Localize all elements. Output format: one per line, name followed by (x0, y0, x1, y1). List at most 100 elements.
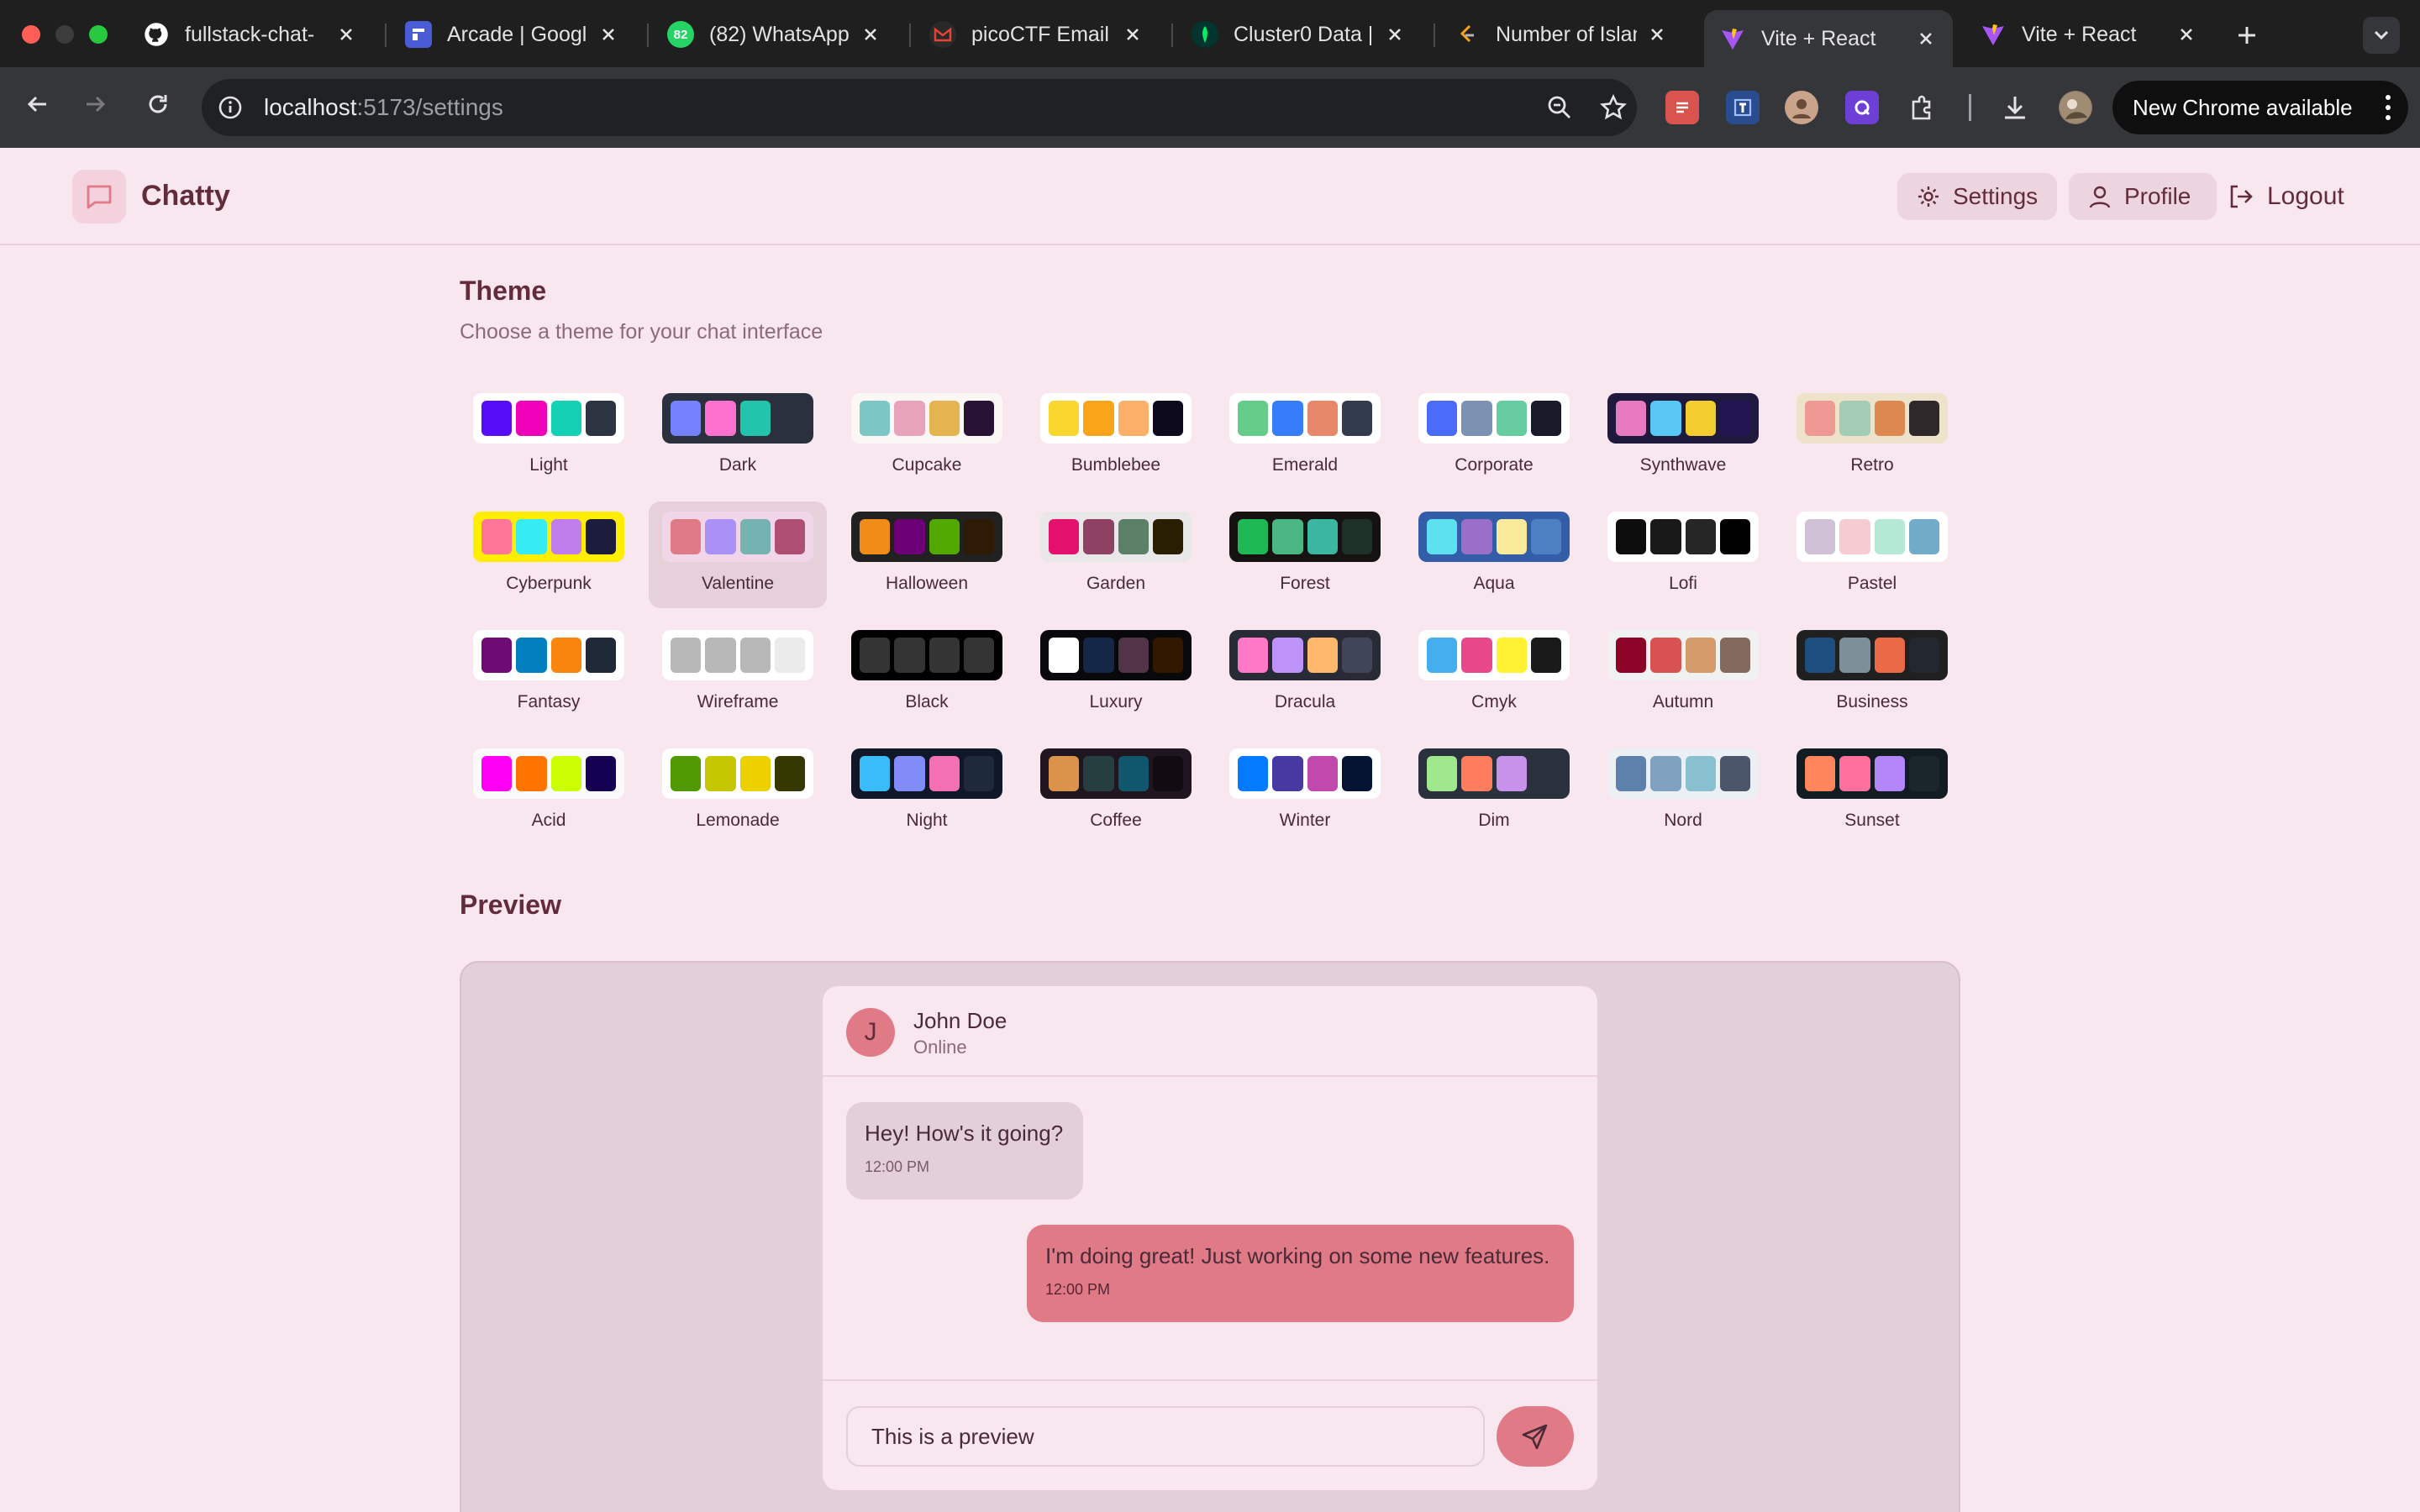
brand-name[interactable]: Chatty (141, 180, 230, 213)
browser-tab[interactable]: 82 (82) WhatsApp (652, 12, 897, 57)
downloads-icon[interactable] (1998, 91, 2032, 124)
theme-option-dracula[interactable]: Dracula (1216, 620, 1394, 727)
browser-tab[interactable]: picoCTF Email (914, 12, 1160, 57)
theme-option-cupcake[interactable]: Cupcake (838, 383, 1016, 490)
theme-option-cyberpunk[interactable]: Cyberpunk (460, 501, 638, 608)
site-info-icon[interactable] (213, 91, 247, 124)
theme-option-lofi[interactable]: Lofi (1594, 501, 1772, 608)
theme-option-retro[interactable]: Retro (1783, 383, 1961, 490)
color-swatch (929, 756, 960, 791)
chrome-profile-avatar[interactable] (2059, 91, 2092, 124)
color-swatch (1908, 756, 1939, 791)
browser-tab[interactable]: Vite + React (1965, 12, 2213, 57)
vite-icon (1719, 25, 1746, 52)
theme-option-corporate[interactable]: Corporate (1405, 383, 1583, 490)
extension-icon[interactable] (1665, 91, 1699, 124)
theme-option-acid[interactable]: Acid (460, 738, 638, 845)
extension-icon[interactable] (1845, 91, 1879, 124)
theme-option-black[interactable]: Black (838, 620, 1016, 727)
theme-option-light[interactable]: Light (460, 383, 638, 490)
browser-tab[interactable]: fullstack-chat- (128, 12, 373, 57)
theme-option-dark[interactable]: Dark (649, 383, 827, 490)
theme-option-luxury[interactable]: Luxury (1027, 620, 1205, 727)
bookmark-star-icon[interactable] (1597, 91, 1630, 124)
app-header: Chatty Settings Profile Logout (0, 148, 2420, 245)
chrome-update-button[interactable]: New Chrome available (2112, 81, 2408, 134)
theme-option-autumn[interactable]: Autumn (1594, 620, 1772, 727)
theme-option-winter[interactable]: Winter (1216, 738, 1394, 845)
theme-option-emerald[interactable]: Emerald (1216, 383, 1394, 490)
theme-option-dim[interactable]: Dim (1405, 738, 1583, 845)
theme-swatch-box (1040, 512, 1192, 562)
extensions-puzzle-icon[interactable] (1906, 91, 1939, 124)
chat-bubble-icon[interactable] (72, 170, 126, 223)
theme-option-coffee[interactable]: Coffee (1027, 738, 1205, 845)
theme-option-night[interactable]: Night (838, 738, 1016, 845)
theme-section-subtitle: Choose a theme for your chat interface (460, 320, 823, 344)
theme-option-aqua[interactable]: Aqua (1405, 501, 1583, 608)
close-tab-icon[interactable] (859, 23, 882, 46)
theme-option-halloween[interactable]: Halloween (838, 501, 1016, 608)
extension-icon[interactable] (1726, 91, 1760, 124)
back-button[interactable] (17, 84, 57, 124)
color-swatch (1874, 638, 1905, 673)
color-swatch (1874, 756, 1905, 791)
color-swatch (774, 519, 805, 554)
close-tab-icon[interactable] (1383, 23, 1407, 46)
close-tab-icon[interactable] (2175, 23, 2198, 46)
close-tab-icon[interactable] (597, 23, 620, 46)
close-tab-icon[interactable] (334, 23, 358, 46)
url-path: :5173/settings (356, 94, 503, 120)
color-swatch (1839, 519, 1870, 554)
theme-option-synthwave[interactable]: Synthwave (1594, 383, 1772, 490)
reload-button[interactable] (138, 84, 178, 124)
new-tab-button[interactable] (2230, 18, 2264, 52)
close-window-button[interactable] (22, 25, 40, 44)
close-tab-icon[interactable] (1914, 27, 1938, 50)
theme-swatch-box (1418, 630, 1570, 680)
tab-search-button[interactable] (2363, 17, 2400, 54)
minimize-window-button[interactable] (55, 25, 74, 44)
color-swatch (705, 756, 736, 791)
settings-button[interactable]: Settings (1897, 173, 2057, 220)
maximize-window-button[interactable] (89, 25, 108, 44)
theme-option-pastel[interactable]: Pastel (1783, 501, 1961, 608)
profile-extension-icon[interactable] (1785, 91, 1818, 124)
theme-option-lemonade[interactable]: Lemonade (649, 738, 827, 845)
theme-option-wireframe[interactable]: Wireframe (649, 620, 827, 727)
theme-option-garden[interactable]: Garden (1027, 501, 1205, 608)
theme-option-business[interactable]: Business (1783, 620, 1961, 727)
theme-option-nord[interactable]: Nord (1594, 738, 1772, 845)
color-swatch (671, 756, 702, 791)
browser-tab[interactable]: Number of Islan (1439, 12, 1684, 57)
url-text[interactable]: localhost:5173/settings (264, 94, 503, 121)
theme-option-valentine[interactable]: Valentine (649, 501, 827, 608)
close-tab-icon[interactable] (1121, 23, 1144, 46)
zoom-icon[interactable] (1543, 91, 1576, 124)
send-button[interactable] (1497, 1406, 1574, 1467)
browser-tab-active[interactable]: Vite + React (1704, 10, 1953, 67)
theme-option-fantasy[interactable]: Fantasy (460, 620, 638, 727)
color-swatch (516, 519, 547, 554)
toolbar-separator (1969, 94, 1971, 121)
browser-tab[interactable]: Cluster0 Data | (1176, 12, 1422, 57)
address-bar[interactable]: localhost:5173/settings (202, 79, 1637, 136)
color-swatch (1272, 756, 1303, 791)
close-tab-icon[interactable] (1645, 23, 1669, 46)
color-swatch (705, 401, 736, 436)
more-menu-icon[interactable] (2385, 94, 2391, 121)
profile-button[interactable]: Profile (2069, 173, 2217, 220)
theme-option-forest[interactable]: Forest (1216, 501, 1394, 608)
theme-swatch-box (851, 393, 1002, 444)
forward-button[interactable] (76, 84, 116, 124)
logout-button[interactable]: Logout (2227, 173, 2344, 220)
tab-separator (1171, 24, 1173, 47)
browser-tab[interactable]: Arcade | Googl (390, 12, 635, 57)
message-input[interactable] (846, 1406, 1485, 1467)
theme-option-cmyk[interactable]: Cmyk (1405, 620, 1583, 727)
color-swatch (929, 519, 960, 554)
theme-option-sunset[interactable]: Sunset (1783, 738, 1961, 845)
theme-option-bumblebee[interactable]: Bumblebee (1027, 383, 1205, 490)
color-swatch (1238, 401, 1269, 436)
theme-swatch-box (473, 393, 624, 444)
